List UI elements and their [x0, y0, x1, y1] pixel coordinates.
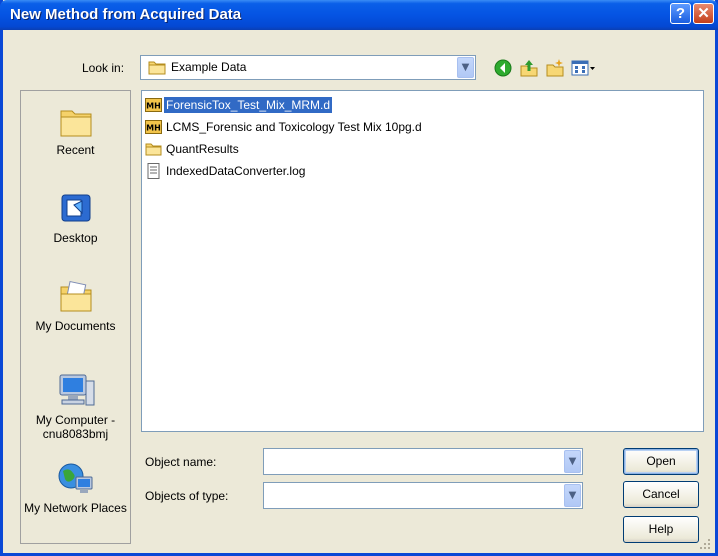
- mh-badge-text: MH: [146, 102, 161, 111]
- places-my-network[interactable]: My Network Places: [21, 459, 130, 515]
- object-name-field[interactable]: ▼: [263, 448, 583, 475]
- look-in-dropdown[interactable]: Example Data ▼: [140, 55, 476, 80]
- places-my-documents[interactable]: My Documents: [21, 279, 130, 333]
- chevron-down-icon[interactable]: ▼: [564, 484, 581, 507]
- folder-icon: [145, 143, 162, 156]
- places-desktop-label: Desktop: [53, 231, 98, 245]
- desktop-icon: [61, 194, 90, 222]
- file-name: ForensicTox_Test_Mix_MRM.d: [164, 97, 333, 113]
- places-my-computer[interactable]: My Computer - cnu8083bmj: [21, 371, 130, 441]
- masshunter-data-icon: MH: [145, 98, 162, 112]
- my-documents-icon: [60, 280, 91, 312]
- new-folder-icon[interactable]: [545, 58, 565, 78]
- resize-grip-icon[interactable]: [699, 538, 711, 550]
- open-button[interactable]: Open: [623, 448, 699, 475]
- views-menu-icon[interactable]: [571, 58, 597, 78]
- chevron-down-icon[interactable]: ▼: [457, 57, 474, 78]
- file-list[interactable]: MH ForensicTox_Test_Mix_MRM.d MH LCMS_Fo…: [141, 90, 704, 432]
- up-folder-icon[interactable]: [519, 58, 539, 78]
- look-in-value: Example Data: [171, 60, 247, 74]
- masshunter-data-icon: MH: [145, 120, 162, 134]
- file-name: QuantResults: [166, 142, 239, 156]
- object-type-select[interactable]: ▼: [263, 482, 583, 509]
- title-close-button[interactable]: ✕: [693, 3, 714, 24]
- places-my-documents-label: My Documents: [35, 319, 116, 333]
- object-type-label: Objects of type:: [145, 489, 229, 503]
- recent-folder-icon: [60, 110, 91, 137]
- file-name: LCMS_Forensic and Toxicology Test Mix 10…: [166, 120, 422, 134]
- title-help-button[interactable]: ?: [670, 3, 691, 24]
- network-icon: [58, 463, 92, 493]
- places-recent[interactable]: Recent: [21, 105, 130, 157]
- chevron-down-icon[interactable]: ▼: [564, 450, 581, 473]
- look-in-label: Look in:: [82, 61, 125, 75]
- places-recent-label: Recent: [56, 143, 95, 157]
- back-icon[interactable]: [493, 58, 513, 78]
- cancel-button[interactable]: Cancel: [623, 481, 699, 508]
- places-bar: Recent Desktop My Documents My Computer …: [20, 90, 131, 544]
- object-name-label: Object name:: [145, 455, 217, 469]
- title-bar[interactable]: New Method from Acquired Data ? ✕: [0, 0, 718, 30]
- window-title: New Method from Acquired Data: [10, 6, 242, 23]
- my-computer-icon: [59, 374, 94, 406]
- mh-badge-text: MH: [146, 124, 161, 133]
- file-dialog-window: New Method from Acquired Data ? ✕ Look i…: [0, 0, 718, 556]
- text-file-icon: [147, 163, 160, 179]
- places-my-computer-label: My Computer - cnu8083bmj: [35, 413, 116, 441]
- help-button[interactable]: Help: [623, 516, 699, 543]
- places-my-network-label: My Network Places: [24, 501, 127, 515]
- places-desktop[interactable]: Desktop: [21, 191, 130, 245]
- file-name: IndexedDataConverter.log: [166, 164, 306, 178]
- folder-icon: [148, 61, 166, 75]
